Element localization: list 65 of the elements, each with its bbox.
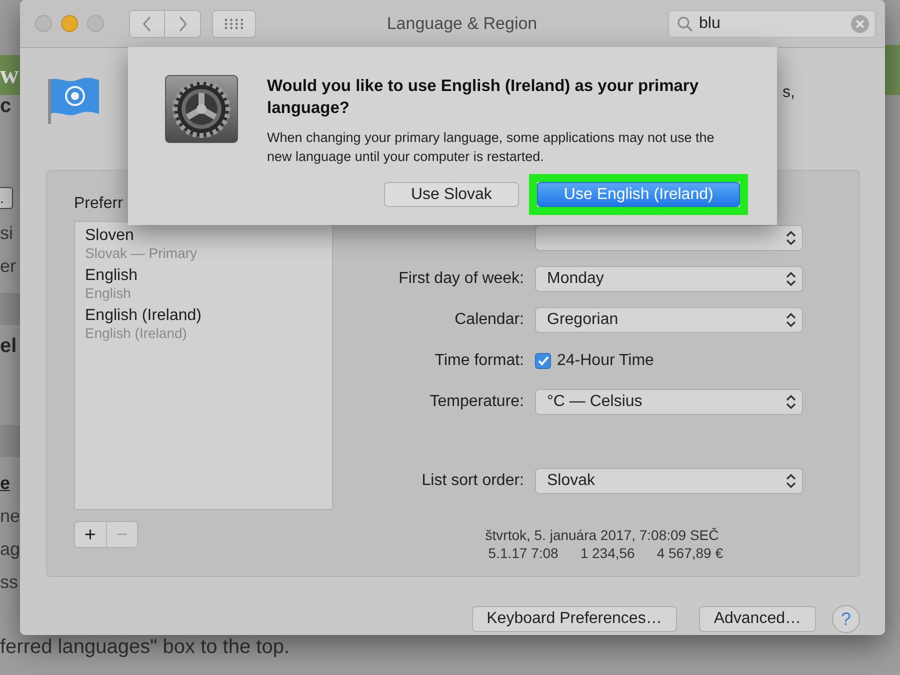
updown-arrows-icon xyxy=(786,271,796,287)
grid-icon xyxy=(224,18,244,30)
updown-arrows-icon xyxy=(786,394,796,410)
keyboard-preferences-button[interactable]: Keyboard Preferences… xyxy=(472,606,677,632)
page-bar xyxy=(0,293,20,325)
updown-arrows-icon xyxy=(786,473,796,489)
page-button[interactable]: . xyxy=(0,187,13,209)
text-fragment: ss xyxy=(0,571,19,594)
link-fragment[interactable]: e xyxy=(0,467,20,500)
dialog-button[interactable]: Use Slovak xyxy=(384,182,519,207)
search-icon xyxy=(677,16,693,32)
banner-fragment: w xyxy=(0,55,20,95)
text-fragment: si xyxy=(0,222,14,245)
checkbox[interactable] xyxy=(535,353,551,369)
language-name[interactable]: English (Ireland) xyxy=(85,307,322,325)
page-bar xyxy=(0,425,20,457)
format-sample: 5.1.17 7:08 xyxy=(488,545,558,561)
page-text: ferred languages" box to the top. xyxy=(0,636,290,659)
text-fragment: ag xyxy=(0,538,20,561)
setting-label: First day of week: xyxy=(398,270,524,288)
dropdown[interactable] xyxy=(535,225,803,251)
dropdown[interactable]: Slovak xyxy=(535,468,803,494)
banner-fragment xyxy=(885,45,900,95)
clear-icon[interactable] xyxy=(851,14,869,32)
setting-label: Calendar: xyxy=(454,311,524,329)
setting-label: List sort order: xyxy=(422,472,524,490)
language-subtitle: English (Ireland) xyxy=(85,325,188,341)
search-field[interactable]: blu xyxy=(668,10,876,38)
gear-icon xyxy=(165,75,238,143)
window-title: Language & Region xyxy=(386,14,538,34)
zoom-button[interactable] xyxy=(87,15,104,32)
language-subtitle: Slovak — Primary xyxy=(85,245,198,261)
minimize-button[interactable] xyxy=(61,15,78,32)
heading-fragment: c xyxy=(0,95,12,119)
advanced-button[interactable]: Advanced… xyxy=(698,606,816,632)
updown-arrows-icon xyxy=(786,230,796,246)
close-button[interactable] xyxy=(35,15,52,32)
list-label: Preferr xyxy=(74,195,124,214)
text-fragment: ne xyxy=(0,505,20,528)
text-fragment: er xyxy=(0,255,18,278)
back-button[interactable] xyxy=(129,10,165,38)
dropdown[interactable]: °C — Celsius xyxy=(535,389,803,415)
heading-fragment: el xyxy=(0,335,18,359)
dialog-title: Would you like to use English (Ireland) as your primary language? xyxy=(267,76,700,119)
add-button[interactable]: + xyxy=(75,522,106,547)
format-sample: 4 567,89 € xyxy=(656,545,723,561)
checkbox-label: 24-Hour Time xyxy=(557,352,654,370)
format-sample: 1 234,56 xyxy=(580,545,635,561)
show-all-button[interactable] xyxy=(212,10,256,38)
dropdown[interactable]: Gregorian xyxy=(535,307,803,333)
language-name[interactable]: English xyxy=(85,267,322,285)
flag-icon xyxy=(46,76,102,124)
language-subtitle: English xyxy=(85,285,132,301)
search-text: blu xyxy=(699,14,720,32)
forward-button[interactable] xyxy=(165,10,201,38)
setting-label: Time format: xyxy=(434,352,524,370)
date-sample: štvrtok, 5. januára 2017, 7:08:09 SEČ xyxy=(485,527,720,543)
updown-arrows-icon xyxy=(786,312,796,328)
setting-label: Temperature: xyxy=(430,393,524,411)
chevron-left-icon xyxy=(142,16,152,32)
dialog-message: When changing your primary language, some applications may not use the new language until your computer is restarted. xyxy=(267,129,716,166)
language-name[interactable]: Sloven xyxy=(85,227,322,245)
chevron-right-icon xyxy=(178,16,188,32)
description-text: s, xyxy=(782,84,795,102)
dropdown[interactable]: Monday xyxy=(535,266,803,292)
